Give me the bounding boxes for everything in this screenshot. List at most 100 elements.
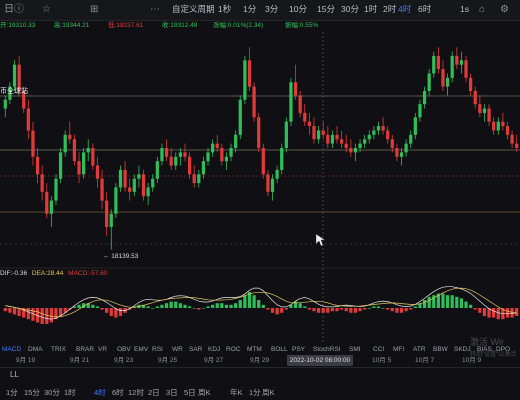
candle-body [86,148,90,153]
period-15m[interactable]: 15分 [317,3,335,16]
change-value: 涨幅:0.01%(2.34) [213,22,264,29]
candlestick-chart[interactable] [0,32,520,344]
candle-body [473,91,477,105]
indicator-tab-mfi[interactable]: MFI [393,344,404,355]
bottom-label: LL [10,370,19,379]
dea-value: DEA:28.44 [31,270,64,277]
bottom-period-9[interactable]: 5日 [184,385,196,400]
divider [0,367,520,368]
macd-bar [95,306,100,308]
candle-body [100,178,104,201]
bottom-period-0[interactable]: 1分 [6,385,18,400]
indicator-tab-cci[interactable]: CCI [373,344,384,355]
ohlc-infobar: 开:19310.33 高:19344.21 低:19237.61 收:19312… [0,20,520,32]
windows-activation-watermark: 激活 Wir 转到"设置"以激活 [470,335,516,358]
candle-body [395,148,399,157]
watermark-line1: 激活 Wir [470,337,504,347]
bottom-period-4[interactable]: 4时 [94,385,106,400]
indicator-tab-wr[interactable]: WR [172,344,183,355]
candle-body [123,169,127,188]
bottom-period-11[interactable]: 年K [230,385,243,400]
indicator-tab-skdj[interactable]: SKDJ [454,344,471,355]
period-2h[interactable]: 2时 [383,3,396,16]
bottom-period-1[interactable]: 15分 [24,385,40,400]
period-1s[interactable]: 1秒 [218,3,231,16]
candle-body [234,134,238,148]
macd-bar [390,308,394,312]
candle-body [275,169,279,179]
bottom-period-3[interactable]: 1时 [64,385,76,400]
candle-body [128,187,132,192]
period-10m[interactable]: 10分 [289,3,307,16]
indicator-tab-atr[interactable]: ATR [413,344,426,355]
candle-body [422,91,427,105]
indicator-tab-smi[interactable]: SMI [349,344,361,355]
period-1m[interactable]: 1分 [243,3,256,16]
candle-body [238,99,242,135]
candle-body [358,143,362,148]
indicator-tab-emv[interactable]: EMV [134,344,148,355]
bottom-period-2[interactable]: 30分 [44,385,60,400]
macd-bar [367,308,371,309]
bottom-period-12[interactable]: 1分 [249,385,261,400]
star-icon[interactable]: ☆ [42,3,51,16]
candle-body [192,174,196,184]
grid-icon[interactable]: ⊞ [90,3,98,16]
candle-body [247,60,252,87]
camera-icon[interactable]: ⌂ [479,3,485,16]
bottom-period-8[interactable]: 3日 [166,385,178,400]
bottom-period-6[interactable]: 12时 [128,385,144,400]
indicator-tab-stochrsi[interactable]: StochRSI [313,344,340,355]
candle-body [151,178,155,188]
period-1h[interactable]: 1时 [364,3,377,16]
period-4h[interactable]: 4时 [398,3,411,16]
indicator-tab-kdj[interactable]: KDJ [208,344,220,355]
indicator-tab-boll[interactable]: BOLL [271,344,288,355]
indicator-tab-macd[interactable]: MACD [2,344,21,355]
candle-body [293,82,298,96]
indicator-tab-roc[interactable]: ROC [226,344,240,355]
macd-bar [349,308,353,313]
macd-bar [344,308,348,312]
candle-body [35,156,40,175]
indicator-tab-obv[interactable]: OBV [117,344,131,355]
period-30m[interactable]: 30分 [341,3,359,16]
period-3m[interactable]: 3分 [265,3,278,16]
macd-bar [386,308,390,310]
low-value: 低:19237.61 [108,22,144,29]
macd-bar [358,308,362,312]
candle-body [252,86,256,118]
more-icon[interactable]: ⋯ [150,3,160,16]
macd-bar [399,308,404,313]
macd-bar [178,303,182,308]
close-value: 收:19312.48 [162,22,198,29]
macd-bar [77,304,81,308]
settings-icon[interactable]: ⚙ [500,3,509,16]
indicator-tab-mtm[interactable]: MTM [247,344,262,355]
mouse-cursor-icon [315,233,326,247]
candle-body [515,143,519,148]
bottom-period-5[interactable]: 6时 [112,385,124,400]
macd-bar [91,304,95,308]
candle-body [303,112,307,122]
indicator-tab-brar[interactable]: BRAR [76,344,94,355]
macd-bar [303,306,307,308]
info-icon[interactable]: ⓘ [14,3,24,16]
period-6h[interactable]: 6时 [418,3,431,16]
indicator-tab-vr[interactable]: VR [98,344,107,355]
indicator-tab-psy[interactable]: PSY [292,344,305,355]
indicator-tab-bbw[interactable]: BBW [433,344,448,355]
refresh-rate[interactable]: 1s [460,3,469,16]
bottom-period-7[interactable]: 2日 [148,385,160,400]
indicator-tab-rsi[interactable]: RSI [152,344,163,355]
indicator-tab-dma[interactable]: DMA [28,344,42,355]
menu-icon[interactable]: 日 [4,3,14,16]
indicator-tab-sar[interactable]: SAR [189,344,202,355]
bottom-period-10[interactable]: 周K [198,385,211,400]
custom-period-button[interactable]: 自定义周期 [172,3,215,16]
candle-body [505,126,510,135]
indicator-tab-trix[interactable]: TRIX [51,344,66,355]
bottom-period-13[interactable]: 周K [262,385,275,400]
macd-bar [229,304,233,308]
candle-body [432,55,436,74]
